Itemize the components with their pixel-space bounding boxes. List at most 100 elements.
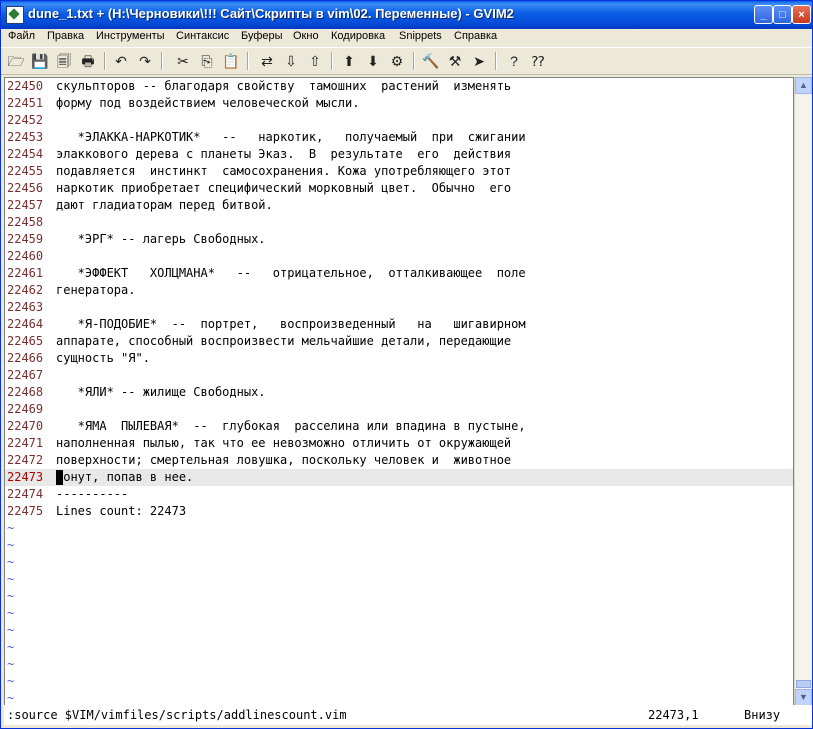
tag-jump-icon[interactable]: ➤ [469,51,489,71]
text-line[interactable]: 22468 *ЯЛИ* -- жилище Свободных. [5,384,793,401]
text-line[interactable]: 22466 сущность "Я". [5,350,793,367]
menu-window[interactable]: Окно [293,30,319,42]
load-session-icon[interactable]: ⬆ [339,51,359,71]
toolbar-separator [413,52,415,70]
line-text: форму под воздействием человеческой мысл… [56,96,360,110]
line-text: подавляется инстинкт самосохранения. Кож… [56,164,512,178]
text-line[interactable]: 22457 дают гладиаторам перед битвой. [5,197,793,214]
text-editor-area[interactable]: 22450 скульпторов -- благодаря свойству т… [4,77,794,706]
menu-snippets[interactable]: Snippets [399,30,442,42]
line-number: 22467 [7,368,44,382]
run-script-icon[interactable]: ⚙ [387,51,407,71]
line-text: наркотик приобретает специфический морко… [56,181,512,195]
empty-line-marker: ~ [7,640,15,654]
menu-encoding[interactable]: Кодировка [331,30,385,42]
line-number: 22461 [7,266,44,280]
line-text: элаккового дерева с планеты Эказ. В резу… [56,147,512,161]
scroll-thumb[interactable] [796,680,811,688]
copy-icon[interactable]: ⎘ [197,51,217,71]
text-line[interactable]: 22461 *ЭФФЕКТ ХОЛЦМАНА* -- отрицательное… [5,265,793,282]
gvim-window: dune_1.txt + (H:\Черновики\!!! Сайт\Скри… [0,0,813,729]
text-line[interactable]: 22454 элаккового дерева с планеты Эказ. В… [5,146,793,163]
line-text: *Я-ПОДОБИЕ* -- портрет, воспроизведенный… [56,317,526,331]
menu-tools[interactable]: Инструменты [96,30,165,42]
text-line[interactable]: 22470 *ЯМА ПЫЛЕВАЯ* -- глубокая расселин… [5,418,793,435]
print-icon[interactable]: 🖶 [78,51,98,71]
line-number: 22469 [7,402,44,416]
text-line[interactable]: 22459 *ЭРГ* -- лагерь Свободных. [5,231,793,248]
line-text: генератора. [56,283,136,297]
open-icon[interactable]: 🗁 [6,51,26,71]
line-text: дают гладиаторам перед битвой. [56,198,273,212]
line-number: 22453 [7,130,44,144]
text-line[interactable]: 22452 [5,112,793,129]
text-line[interactable]: 22463 [5,299,793,316]
find-help-icon[interactable]: ⁇ [528,51,548,71]
save-all-icon[interactable]: 🗐 [54,51,74,71]
text-line[interactable]: 22458 [5,214,793,231]
text-line[interactable]: 22450 скульпторов -- благодаря свойству т… [5,78,793,95]
scroll-down-button[interactable]: ▼ [795,689,812,706]
line-text: наполненная пылью, так что ее невозможно… [56,436,512,450]
toolbar-separator [331,52,333,70]
line-number: 22451 [7,96,44,110]
menu-help[interactable]: Справка [454,30,497,42]
text-line[interactable]: 22455 подавляется инстинкт самосохранения… [5,163,793,180]
toolbar-separator [495,52,497,70]
find-next-icon[interactable]: ⇩ [281,51,301,71]
vertical-scrollbar[interactable]: ▲ ▼ [794,77,812,706]
line-number: 22452 [7,113,44,127]
text-line[interactable]: 22453 *ЭЛАККА-НАРКОТИК* -- наркотик, пол… [5,129,793,146]
text-line[interactable]: 22469 [5,401,793,418]
maximize-button[interactable]: □ [773,5,792,24]
current-line[interactable]: 22473 тонут, попав в нее. [5,469,793,486]
text-line[interactable]: 22460 [5,248,793,265]
paste-icon[interactable]: 📋 [221,51,241,71]
text-line[interactable]: 22451 форму под воздействием человеческой… [5,95,793,112]
menu-bar: Файл Правка Инструменты Синтаксис Буферы… [1,29,812,47]
empty-line-marker: ~ [7,657,15,671]
line-text: сущность "Я". [56,351,150,365]
save-session-icon[interactable]: ⬇ [363,51,383,71]
minimize-button[interactable]: _ [754,5,773,24]
text-line[interactable]: 22464 *Я-ПОДОБИЕ* -- портрет, воспроизве… [5,316,793,333]
text-line[interactable]: 22456 наркотик приобретает специфический … [5,180,793,197]
run-ctags-icon[interactable]: ⚒ [445,51,465,71]
text-line[interactable]: 22474 ---------- [5,486,793,503]
empty-line-marker: ~ [7,674,15,688]
text-line[interactable]: 22465 аппарате, способный воспроизвести м… [5,333,793,350]
line-number: 22460 [7,249,44,263]
command-text: :source $VIM/vimfiles/scripts/addlinesco… [7,708,347,722]
line-number: 22475 [7,504,44,518]
find-prev-icon[interactable]: ⇧ [305,51,325,71]
menu-buffers[interactable]: Буферы [241,30,283,42]
menu-edit[interactable]: Правка [47,30,84,42]
line-number: 22468 [7,385,44,399]
text-line[interactable]: 22462 генератора. [5,282,793,299]
line-text: поверхности; смертельная ловушка, поскол… [56,453,512,467]
make-icon[interactable]: 🔨 [421,51,441,71]
text-line[interactable]: 22467 [5,367,793,384]
line-number: 22464 [7,317,44,331]
help-icon[interactable]: ? [504,51,524,71]
close-button[interactable]: × [792,5,811,24]
line-number: 22466 [7,351,44,365]
undo-icon[interactable]: ↶ [111,51,131,71]
menu-file[interactable]: Файл [8,30,35,42]
line-number: 22458 [7,215,44,229]
redo-icon[interactable]: ↷ [135,51,155,71]
command-line[interactable]: :source $VIM/vimfiles/scripts/addlinesco… [4,705,812,725]
title-bar[interactable]: dune_1.txt + (H:\Черновики\!!! Сайт\Скри… [1,1,812,29]
text-line[interactable]: 22471 наполненная пылью, так что ее невоз… [5,435,793,452]
line-number: 22470 [7,419,44,433]
toolbar-separator [247,52,249,70]
replace-icon[interactable]: ⇄ [257,51,277,71]
menu-syntax[interactable]: Синтаксис [176,30,229,42]
toolbar: 🗁 💾 🗐 🖶 ↶ ↷ ✂ ⎘ 📋 ⇄ ⇩ ⇧ ⬆ ⬇ ⚙ 🔨 ⚒ ➤ ? ⁇ [1,47,812,75]
save-icon[interactable]: 💾 [30,51,50,71]
line-number: 22473 [7,470,44,484]
text-line[interactable]: 22475 Lines count: 22473 [5,503,793,520]
text-line[interactable]: 22472 поверхности; смертельная ловушка, п… [5,452,793,469]
cut-icon[interactable]: ✂ [173,51,193,71]
scroll-up-button[interactable]: ▲ [795,77,812,94]
